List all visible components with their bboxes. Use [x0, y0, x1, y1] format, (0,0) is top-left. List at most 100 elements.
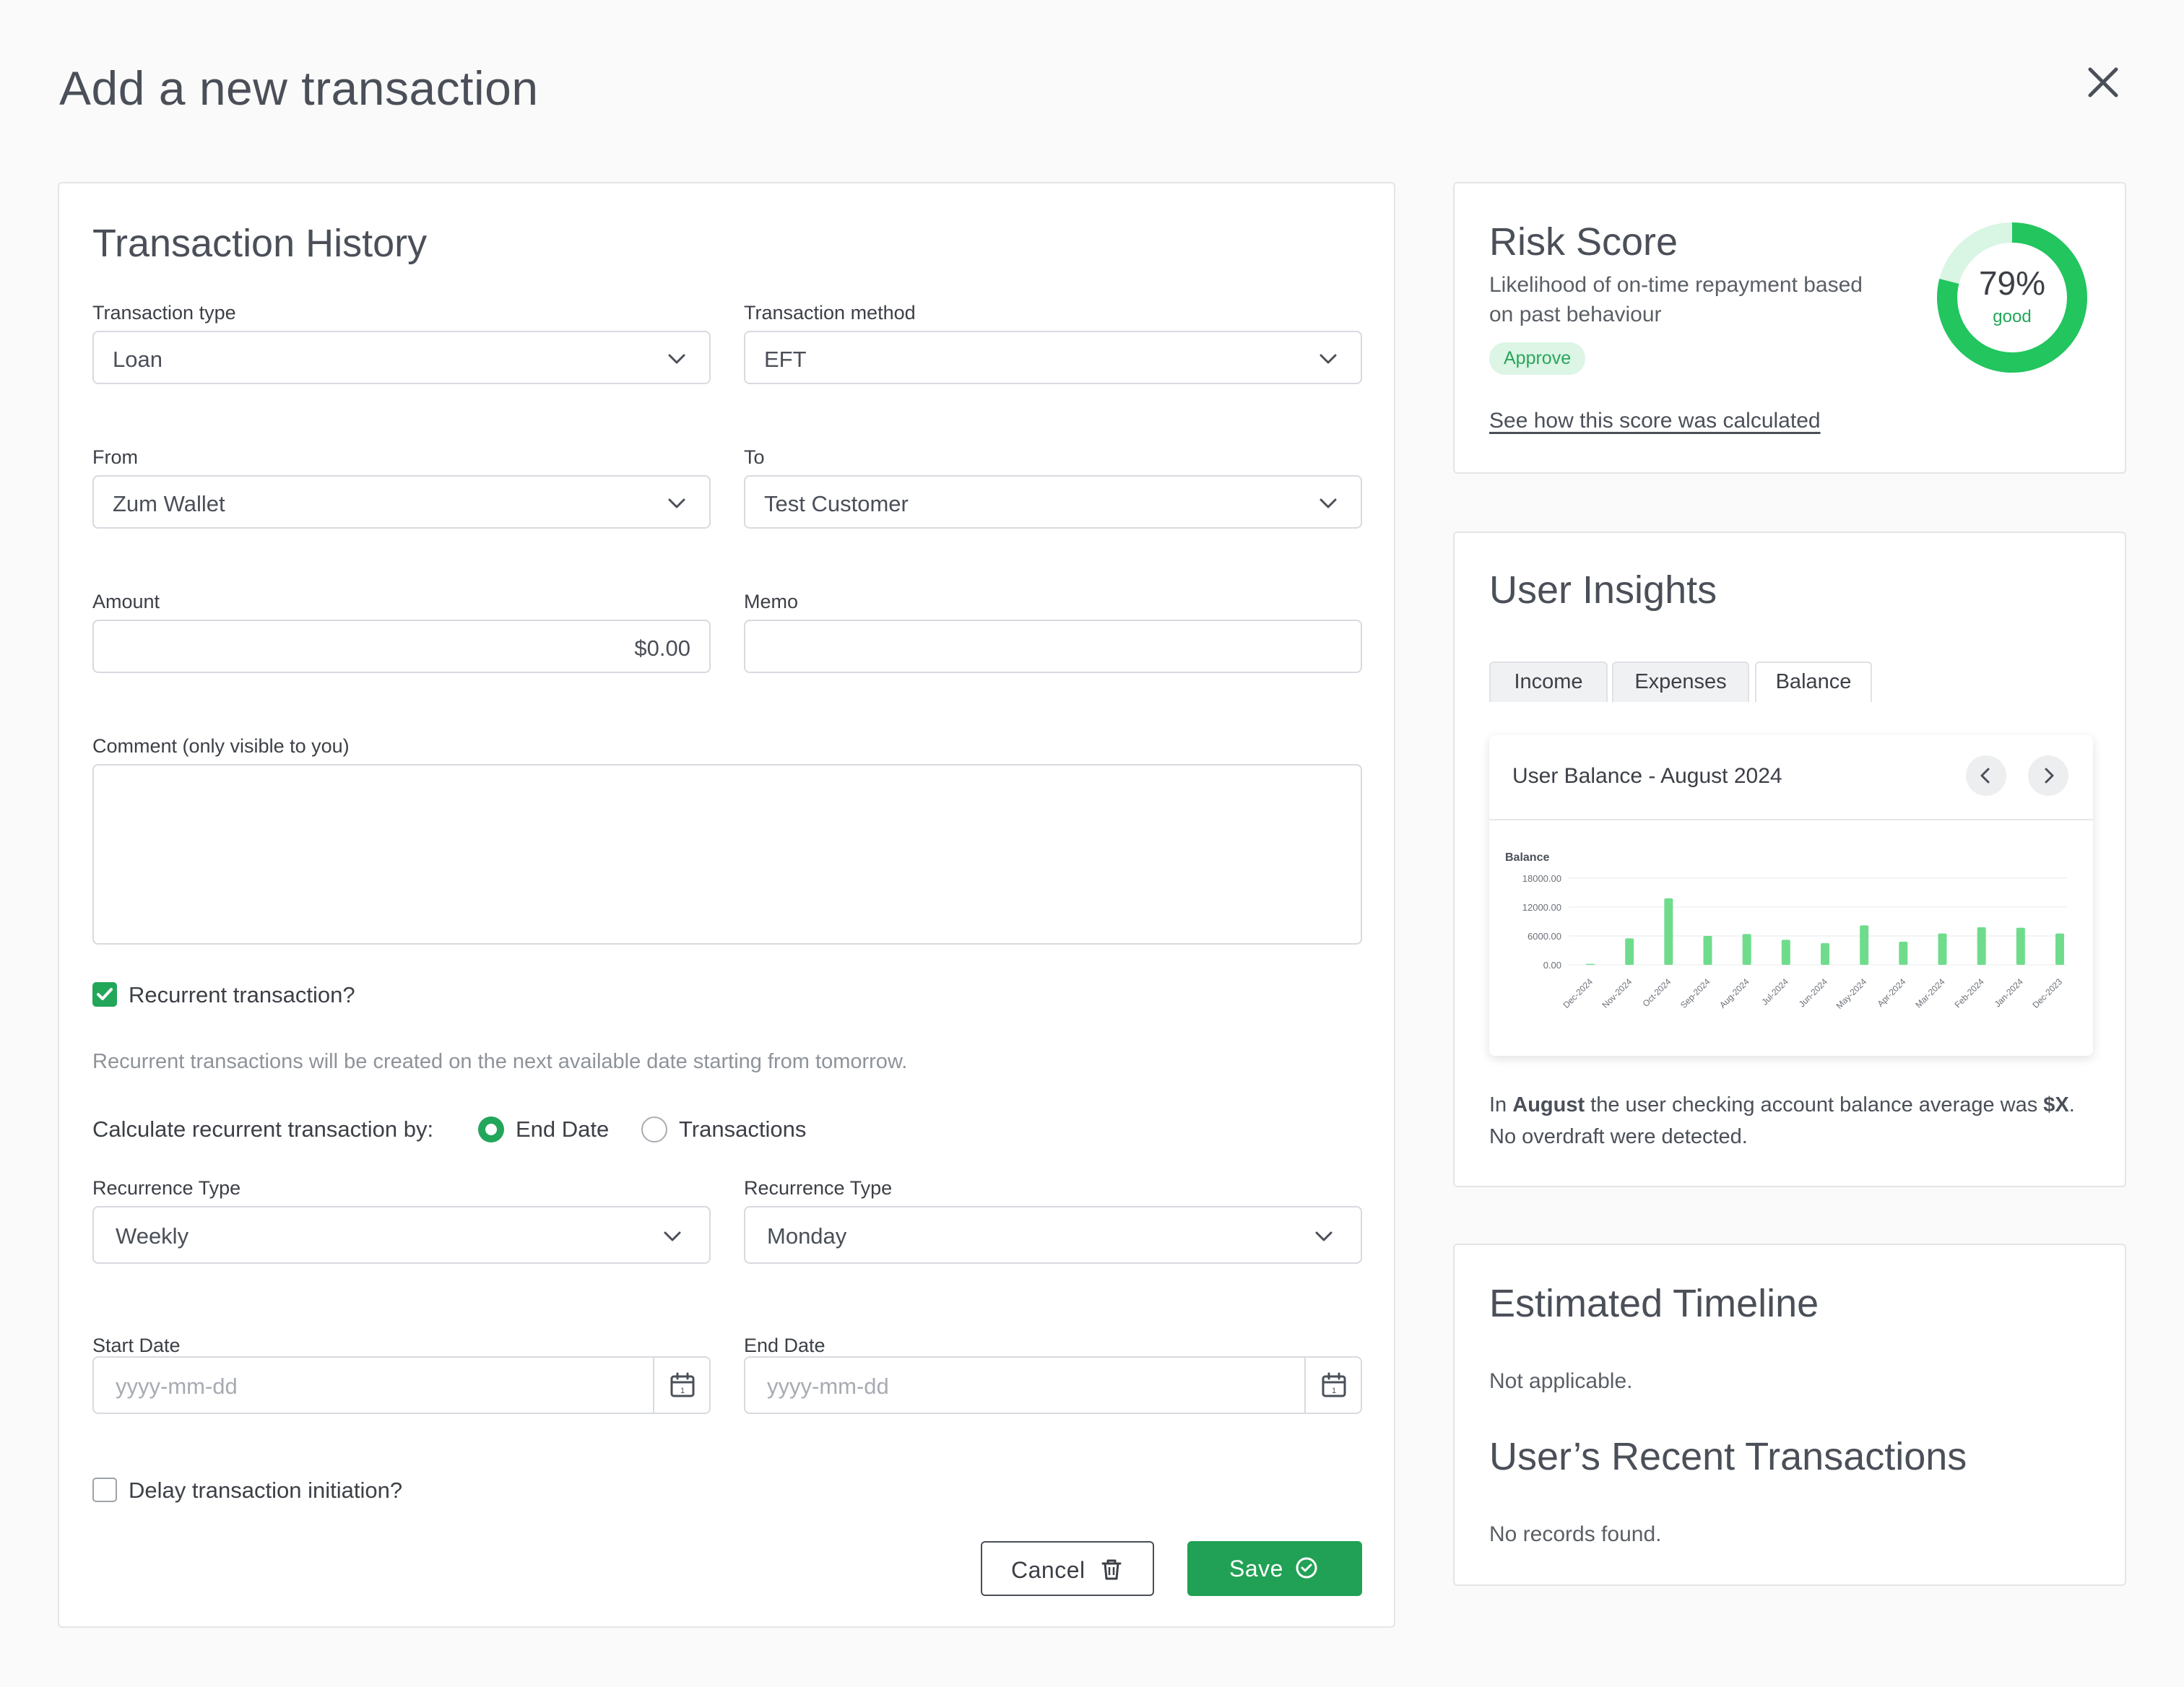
transaction-method-label: Transaction method [744, 302, 916, 324]
chevron-down-icon [668, 498, 685, 508]
x-tick-label: Apr-2024 [1876, 976, 1908, 1009]
transaction-method-select[interactable]: EFT [744, 331, 1362, 384]
svg-text:1: 1 [1332, 1387, 1336, 1395]
recent-transactions-title: User’s Recent Transactions [1489, 1435, 1967, 1478]
recurrent-checkbox[interactable] [92, 982, 117, 1007]
bar [1977, 927, 1986, 965]
x-tick-label: Jul-2024 [1760, 976, 1791, 1007]
bar [1821, 943, 1829, 965]
chevron-right-icon [2045, 768, 2054, 784]
y-tick-label: 0.00 [1543, 960, 1561, 971]
to-value: Test Customer [764, 491, 909, 516]
start-date-label: Start Date [92, 1335, 181, 1356]
chevron-down-icon [668, 354, 685, 364]
estimated-timeline-title: Estimated Timeline [1489, 1282, 1819, 1325]
svg-text:1: 1 [680, 1387, 685, 1395]
cancel-button-label: Cancel [1011, 1557, 1086, 1583]
estimated-timeline-text: Not applicable. [1489, 1369, 1633, 1393]
start-date-calendar-button[interactable]: 1 [653, 1358, 709, 1413]
risk-score-donut: 79% good [1937, 222, 2087, 373]
transaction-method-value: EFT [764, 347, 807, 372]
risk-score-card: Risk Score Likelihood of on-time repayme… [1453, 182, 2126, 474]
risk-score-grade: good [1993, 307, 2031, 326]
comment-textarea[interactable] [92, 764, 1362, 945]
score-calculation-link[interactable]: See how this score was calculated [1489, 409, 1821, 433]
recurrence-frequency-select[interactable]: Weekly [92, 1206, 711, 1264]
recurrence-day-label: Recurrence Type [744, 1177, 893, 1199]
delay-label: Delay transaction initiation? [129, 1478, 403, 1503]
x-tick-label: Dec-2024 [1561, 976, 1595, 1010]
amount-label: Amount [92, 591, 160, 612]
recent-transactions-text: No records found. [1489, 1522, 1662, 1546]
transaction-type-select[interactable]: Loan [92, 331, 711, 384]
balance-bar-chart: Balance18000.0012000.006000.000.00Dec-20… [1505, 851, 2067, 1011]
next-month-button[interactable] [2028, 755, 2068, 796]
start-date-input[interactable]: yyyy-mm-dd 1 [92, 1356, 711, 1414]
risk-score-title: Risk Score [1489, 220, 1678, 264]
x-tick-label: Nov-2024 [1600, 976, 1634, 1010]
bar [1899, 942, 1908, 965]
tab-income[interactable]: Income [1489, 662, 1608, 702]
calc-by-label: Calculate recurrent transaction by: [92, 1116, 434, 1142]
end-date-calendar-button[interactable]: 1 [1304, 1358, 1361, 1413]
risk-score-description: Likelihood of on-time repayment based on… [1489, 273, 1863, 326]
form-title: Transaction History [92, 222, 428, 265]
start-date-placeholder: yyyy-mm-dd [116, 1374, 238, 1399]
chevron-left-icon [1980, 768, 1990, 784]
transactions-radio-label: Transactions [679, 1116, 807, 1142]
trash-icon [1101, 1559, 1122, 1580]
tab-expenses[interactable]: Expenses [1612, 662, 1749, 702]
transaction-type-value: Loan [113, 347, 162, 372]
save-button[interactable]: Save [1187, 1541, 1362, 1596]
bar [1860, 925, 1869, 965]
bar [2055, 933, 2064, 965]
close-button[interactable] [2080, 59, 2126, 105]
from-select[interactable]: Zum Wallet [92, 475, 711, 529]
bar [1781, 940, 1790, 965]
amount-input[interactable]: $0.00 [92, 620, 711, 673]
checkmark-icon [97, 988, 113, 1000]
memo-input[interactable] [744, 620, 1362, 673]
calendar-icon: 1 [1322, 1372, 1346, 1397]
summary-amount: $X [2043, 1093, 2069, 1116]
previous-month-button[interactable] [1966, 755, 2006, 796]
chevron-down-icon [1315, 1231, 1332, 1241]
end-date-placeholder: yyyy-mm-dd [767, 1374, 889, 1399]
x-tick-label: Aug-2024 [1717, 976, 1751, 1010]
user-insights-card: User Insights Income Expenses Balance Us… [1453, 532, 2126, 1187]
end-date-label: End Date [744, 1335, 826, 1356]
comment-label: Comment (only visible to you) [92, 735, 350, 757]
balance-chart-card: User Balance - August 2024 Balance 18000.… [1489, 735, 2093, 1056]
from-value: Zum Wallet [113, 491, 225, 516]
summary-prefix: In [1489, 1093, 1513, 1116]
transaction-type-label: Transaction type [92, 302, 236, 324]
summary-mid: the user checking account balance averag… [1585, 1093, 2044, 1116]
end-date-radio[interactable] [478, 1116, 504, 1142]
check-circle-icon [1296, 1557, 1317, 1579]
calendar-icon: 1 [670, 1372, 695, 1397]
delay-checkbox[interactable] [92, 1478, 117, 1502]
balance-chart-title: User Balance - August 2024 [1512, 764, 1782, 788]
x-tick-label: Mar-2024 [1913, 976, 1946, 1010]
x-tick-label: Dec-2023 [2030, 976, 2064, 1010]
user-insights-title: User Insights [1489, 568, 1717, 612]
x-tick-label: Sep-2024 [1678, 976, 1712, 1010]
end-date-input[interactable]: yyyy-mm-dd 1 [744, 1356, 1362, 1414]
save-button-label: Save [1229, 1556, 1283, 1582]
to-select[interactable]: Test Customer [744, 475, 1362, 529]
cancel-button[interactable]: Cancel [981, 1541, 1154, 1596]
transactions-radio[interactable] [641, 1116, 667, 1142]
to-label: To [744, 446, 765, 468]
tab-balance[interactable]: Balance [1755, 662, 1872, 702]
recurrent-hint: Recurrent transactions will be created o… [92, 1050, 908, 1073]
chevron-down-icon [664, 1231, 681, 1241]
recurrence-frequency-value: Weekly [116, 1223, 189, 1249]
y-tick-label: 18000.00 [1522, 873, 1561, 884]
bar [2016, 927, 2025, 965]
bar [1742, 934, 1751, 965]
close-icon [2088, 67, 2118, 97]
bar [1938, 933, 1947, 965]
recurrence-day-value: Monday [767, 1223, 847, 1249]
recurrence-day-select[interactable]: Monday [744, 1206, 1362, 1264]
bar [1625, 938, 1634, 965]
